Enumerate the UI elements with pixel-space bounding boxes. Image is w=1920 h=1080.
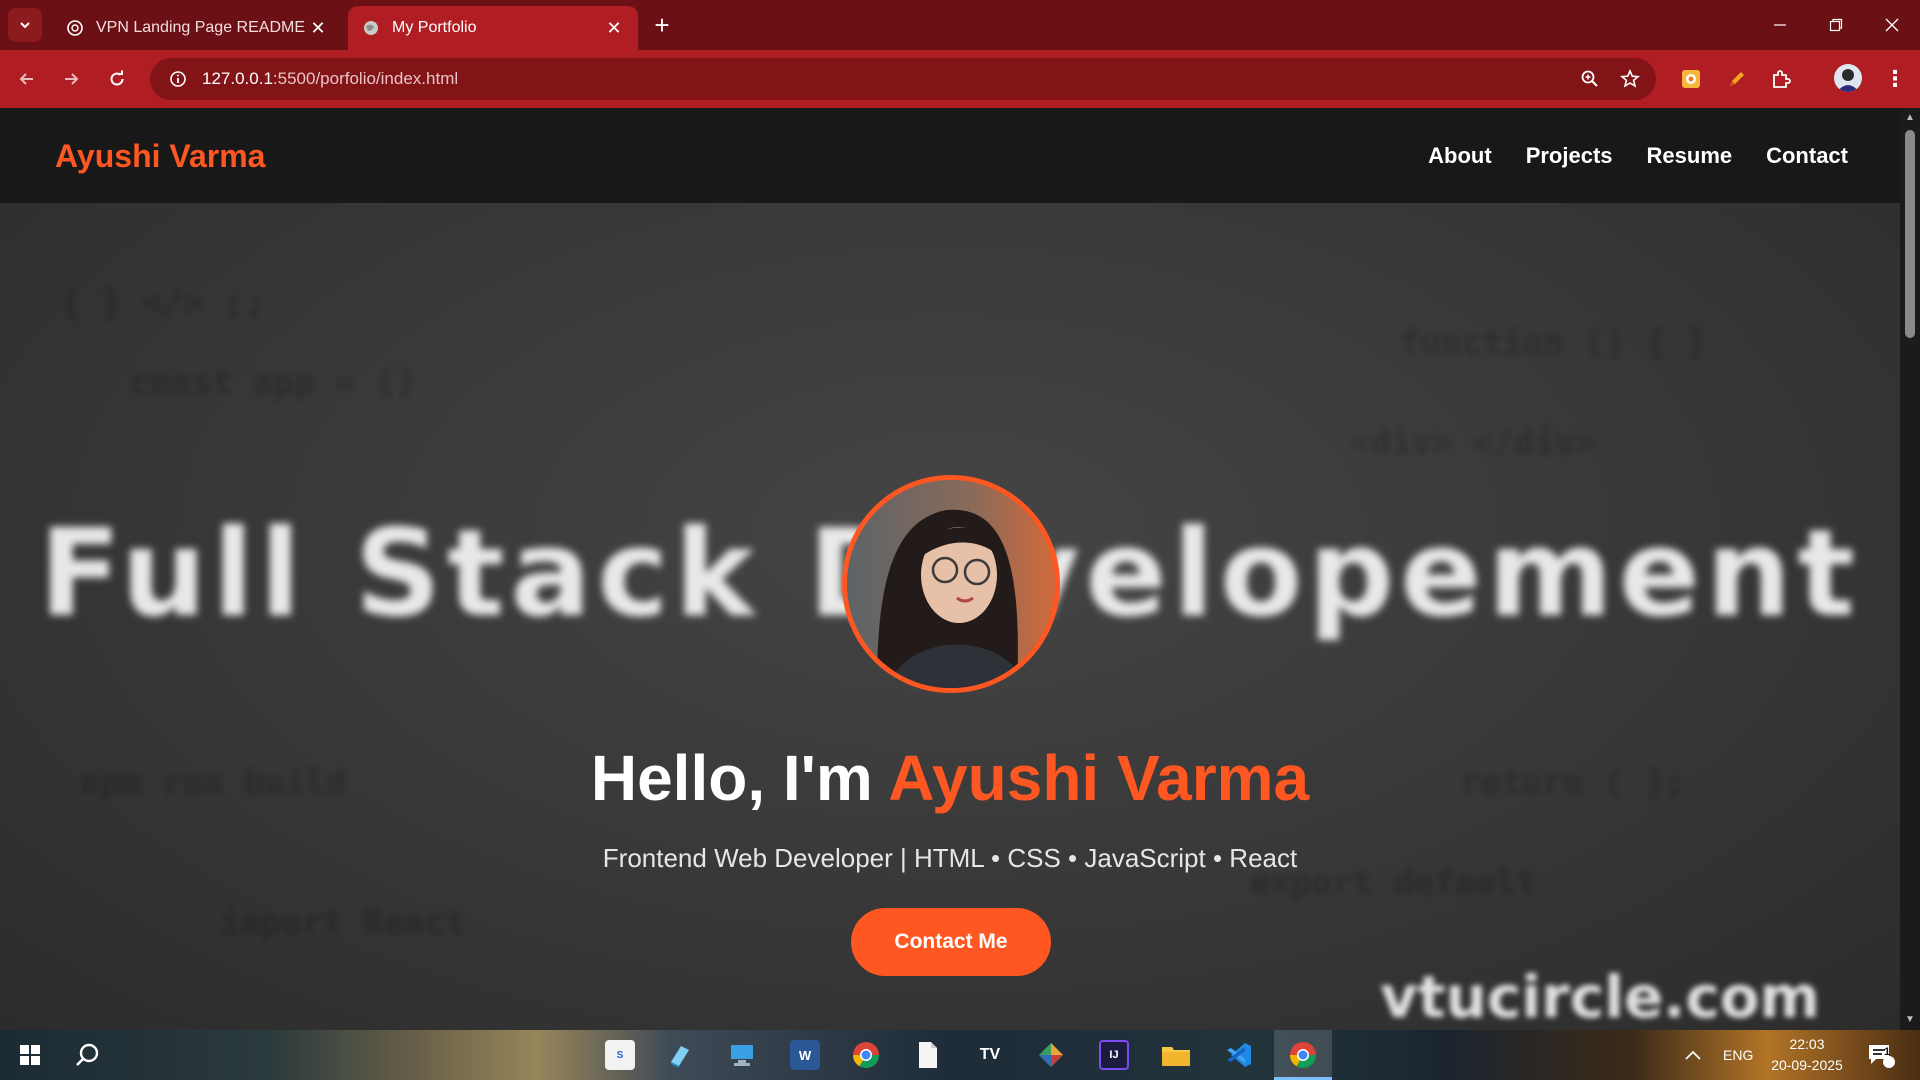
forward-button[interactable] bbox=[56, 64, 86, 94]
web-page: Ayushi Varma About Projects Resume Conta… bbox=[0, 108, 1900, 1030]
arrow-right-icon bbox=[65, 73, 79, 85]
chevron-down-icon bbox=[20, 22, 30, 29]
nav-link-projects[interactable]: Projects bbox=[1526, 143, 1613, 169]
watermark-text: vtucircle.com bbox=[1380, 963, 1820, 1030]
word-app-icon[interactable]: W bbox=[790, 1040, 820, 1070]
tab-label: VPN Landing Page README bbox=[96, 19, 305, 36]
chrome-app-icon[interactable] bbox=[851, 1040, 881, 1070]
nav-link-contact[interactable]: Contact bbox=[1766, 143, 1848, 169]
tab-search-button[interactable] bbox=[8, 8, 42, 42]
browser-toolbar: 127.0.0.1:5500/porfolio/index.html ⋮ bbox=[0, 50, 1920, 108]
hero-subtitle: Frontend Web Developer | HTML • CSS • Ja… bbox=[602, 843, 1298, 873]
hero-section: { } </> ;; const app = () function () { … bbox=[0, 203, 1900, 1030]
scrollbar-thumb[interactable] bbox=[1905, 130, 1915, 338]
site-navbar: Ayushi Varma About Projects Resume Conta… bbox=[0, 108, 1900, 203]
reload-icon bbox=[110, 70, 124, 86]
search-icon bbox=[76, 1043, 99, 1066]
browser-titlebar: VPN Landing Page README ✕ My Portfolio ✕… bbox=[0, 0, 1920, 50]
site-logo[interactable]: Ayushi Varma bbox=[55, 138, 265, 175]
profile-avatar[interactable] bbox=[1834, 64, 1862, 92]
windows-taskbar: S W TV IJ ENG 22:03 20-09-2025 1 bbox=[0, 1030, 1920, 1080]
notification-count: 1 bbox=[1884, 1046, 1891, 1058]
extension-pen-icon[interactable] bbox=[1722, 64, 1752, 94]
tab-label: My Portfolio bbox=[392, 19, 477, 36]
zoom-icon[interactable] bbox=[1576, 65, 1604, 93]
address-bar[interactable]: 127.0.0.1:5500/porfolio/index.html bbox=[150, 58, 1656, 100]
scroll-up-arrow-icon[interactable]: ▲ bbox=[1904, 112, 1916, 124]
chrome-active-app-icon[interactable] bbox=[1288, 1040, 1318, 1070]
extension-camera-icon[interactable] bbox=[1676, 64, 1706, 94]
site-info-icon[interactable] bbox=[164, 65, 192, 93]
nav-link-about[interactable]: About bbox=[1428, 143, 1492, 169]
hero-heading: Hello, I'm Ayushi Varma bbox=[590, 742, 1310, 814]
site-nav-links: About Projects Resume Contact bbox=[1428, 143, 1848, 169]
nav-link-resume[interactable]: Resume bbox=[1647, 143, 1733, 169]
search-button[interactable] bbox=[62, 1030, 114, 1080]
arrow-left-icon bbox=[19, 73, 33, 85]
tab-vpn-readme[interactable]: VPN Landing Page README ✕ bbox=[52, 6, 342, 50]
notification-center-button[interactable]: 1 bbox=[1866, 1030, 1896, 1080]
notification-icon bbox=[1869, 1045, 1895, 1068]
language-indicator[interactable]: ENG bbox=[1723, 1030, 1753, 1080]
close-icon[interactable]: ✕ bbox=[604, 18, 624, 38]
scroll-down-arrow-icon[interactable]: ▼ bbox=[1904, 1014, 1916, 1026]
restore-icon bbox=[1829, 18, 1843, 32]
hero-name: Ayushi Varma bbox=[888, 742, 1310, 814]
tray-overflow-icon[interactable] bbox=[1684, 1030, 1702, 1080]
extensions-puzzle-icon[interactable] bbox=[1766, 64, 1796, 94]
back-button[interactable] bbox=[12, 64, 42, 94]
minimize-icon bbox=[1774, 24, 1786, 26]
new-tab-button[interactable]: + bbox=[648, 12, 676, 40]
file-explorer-app-icon[interactable] bbox=[1161, 1040, 1191, 1070]
contact-me-button[interactable]: Contact Me bbox=[851, 908, 1051, 976]
profile-photo bbox=[842, 475, 1060, 693]
clock-date: 20-09-2025 bbox=[1771, 1057, 1843, 1073]
git-app-icon[interactable] bbox=[1036, 1040, 1066, 1070]
start-button[interactable] bbox=[4, 1030, 56, 1080]
vscode-app-icon[interactable] bbox=[1224, 1040, 1254, 1070]
system-clock[interactable]: 22:03 20-09-2025 bbox=[1762, 1034, 1852, 1076]
close-icon[interactable]: ✕ bbox=[308, 18, 328, 38]
windows-logo-icon bbox=[20, 1045, 40, 1065]
tradingview-app-icon[interactable]: TV bbox=[975, 1040, 1005, 1070]
browser-menu-icon[interactable]: ⋮ bbox=[1880, 64, 1910, 94]
chatgpt-icon bbox=[66, 19, 84, 37]
reload-button[interactable] bbox=[102, 64, 132, 94]
skype-app-icon[interactable]: S bbox=[605, 1040, 635, 1070]
window-controls bbox=[1752, 0, 1920, 50]
restore-button[interactable] bbox=[1808, 0, 1864, 50]
notepad-app-icon[interactable] bbox=[665, 1040, 695, 1070]
bookmark-star-icon[interactable] bbox=[1616, 65, 1644, 93]
remote-desktop-app-icon[interactable] bbox=[727, 1040, 757, 1070]
url-text: 127.0.0.1:5500/porfolio/index.html bbox=[202, 69, 459, 88]
tab-my-portfolio[interactable]: My Portfolio ✕ bbox=[348, 6, 638, 50]
file-app-icon[interactable] bbox=[913, 1040, 943, 1070]
clock-time: 22:03 bbox=[1789, 1036, 1825, 1052]
close-window-button[interactable] bbox=[1864, 0, 1920, 50]
minimize-button[interactable] bbox=[1752, 0, 1808, 50]
close-icon bbox=[1885, 18, 1899, 32]
intellij-app-icon[interactable]: IJ bbox=[1099, 1040, 1129, 1070]
page-scrollbar[interactable]: ▲ ▼ bbox=[1900, 108, 1920, 1030]
globe-icon bbox=[362, 19, 380, 37]
